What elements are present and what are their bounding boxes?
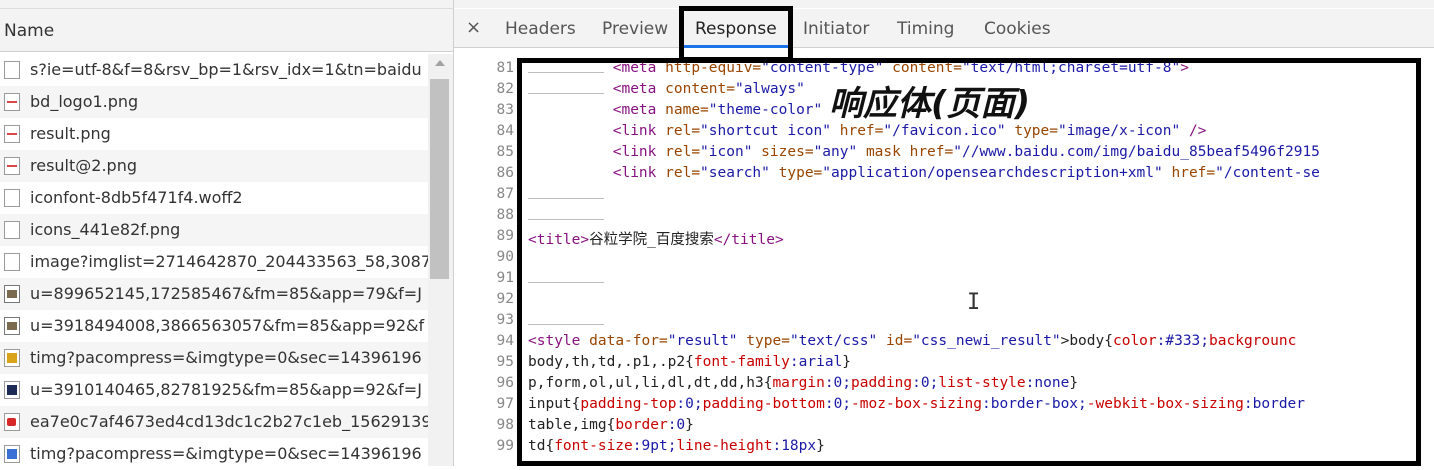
request-name: timg?pacompress=&imgtype=0&sec=14396196 (30, 348, 422, 367)
name-column-header[interactable]: Name (0, 9, 453, 52)
line-number: 93 (496, 312, 514, 328)
image-thumb-icon (4, 381, 20, 399)
request-row[interactable]: u=3918494008,3866563057&fm=85&app=92&f (0, 310, 428, 342)
line-number: 87 (496, 186, 514, 202)
tab-headers[interactable]: Headers (505, 19, 576, 39)
line-number: 99 (496, 438, 514, 454)
document-icon (4, 61, 20, 79)
detail-tabbar: × Headers Preview Response Initiator Tim… (454, 9, 1434, 48)
line-number: 90 (496, 249, 514, 265)
line-number: 81 (496, 60, 514, 76)
line-number: 95 (496, 354, 514, 370)
line-number: 94 (496, 333, 514, 349)
scroll-up-arrow-icon[interactable] (435, 60, 445, 66)
request-name: ea7e0c7af4673ed4cd13dc1c2b27c1eb_1562913… (30, 412, 428, 431)
image-file-icon (4, 93, 20, 111)
tab-timing[interactable]: Timing (897, 19, 954, 39)
request-name: result@2.png (30, 156, 137, 175)
request-row[interactable]: u=899652145,172585467&fm=85&app=79&f=J (0, 278, 428, 310)
tab-cookies[interactable]: Cookies (984, 19, 1051, 39)
image-thumb-icon (4, 349, 20, 367)
request-row[interactable]: result@2.png (0, 150, 428, 182)
request-row[interactable]: icons_441e82f.png (0, 214, 428, 246)
line-number: 83 (496, 102, 514, 118)
request-row[interactable]: s?ie=utf-8&f=8&rsv_bp=1&rsv_idx=1&tn=bai… (0, 54, 428, 86)
image-file-icon (4, 157, 20, 175)
request-name: timg?pacompress=&imgtype=0&sec=14396196 (30, 444, 422, 463)
request-name: iconfont-8db5f471f4.woff2 (30, 188, 243, 207)
line-number: 82 (496, 81, 514, 97)
line-number: 96 (496, 375, 514, 391)
file-icon (4, 221, 20, 239)
request-name: u=3918494008,3866563057&fm=85&app=92&f (30, 316, 425, 335)
network-request-panel: Name s?ie=utf-8&f=8&rsv_bp=1&rsv_idx=1&t… (0, 0, 454, 466)
request-row[interactable]: timg?pacompress=&imgtype=0&sec=14396196 (0, 342, 428, 374)
request-row[interactable]: iconfont-8db5f471f4.woff2 (0, 182, 428, 214)
text-cursor-icon: I (967, 290, 981, 315)
request-row[interactable]: bd_logo1.png (0, 86, 428, 118)
request-name: icons_441e82f.png (30, 220, 181, 239)
request-name: s?ie=utf-8&f=8&rsv_bp=1&rsv_idx=1&tn=bai… (30, 60, 422, 79)
request-name: u=3910140465,82781925&fm=85&app=92&f=J (30, 380, 422, 399)
image-thumb-icon (4, 317, 20, 335)
document-icon (4, 253, 20, 271)
request-row[interactable]: result.png (0, 118, 428, 150)
image-thumb-icon (4, 445, 20, 463)
request-row[interactable]: u=3910140465,82781925&fm=85&app=92&f=J (0, 374, 428, 406)
request-name: bd_logo1.png (30, 92, 139, 111)
request-list: s?ie=utf-8&f=8&rsv_bp=1&rsv_idx=1&tn=bai… (0, 54, 428, 470)
image-thumb-icon (4, 413, 20, 431)
request-list-scrollbar[interactable] (428, 54, 453, 466)
request-row[interactable]: image?imglist=2714642870_204433563_58,30… (0, 246, 428, 278)
toolbar-strip (454, 0, 1434, 8)
request-row[interactable]: ea7e0c7af4673ed4cd13dc1c2b27c1eb_1562913… (0, 406, 428, 438)
request-detail-panel: × Headers Preview Response Initiator Tim… (454, 0, 1434, 466)
scrollbar-thumb[interactable] (430, 79, 449, 279)
line-number: 91 (496, 270, 514, 286)
request-name: image?imglist=2714642870_204433563_58,30… (30, 252, 428, 271)
line-number: 86 (496, 165, 514, 181)
image-file-icon (4, 125, 20, 143)
line-number: 84 (496, 123, 514, 139)
image-thumb-icon (4, 285, 20, 303)
line-number: 85 (496, 144, 514, 160)
line-number: 97 (496, 396, 514, 412)
line-number: 88 (496, 207, 514, 223)
line-number: 98 (496, 417, 514, 433)
line-number: 89 (496, 228, 514, 244)
line-number: 92 (496, 291, 514, 307)
tab-preview[interactable]: Preview (602, 19, 668, 39)
tab-initiator[interactable]: Initiator (803, 19, 869, 39)
response-body-annotation: 响应体(页面) (829, 84, 1031, 124)
close-icon[interactable]: × (466, 17, 481, 38)
name-column-label: Name (4, 21, 55, 41)
request-row[interactable]: timg?pacompress=&imgtype=0&sec=14396196 (0, 438, 428, 470)
request-name: result.png (30, 124, 111, 143)
toolbar-strip (0, 0, 453, 9)
file-icon (4, 189, 20, 207)
response-source-view[interactable]: 81 <meta http-equiv="content-type" conte… (454, 48, 1434, 466)
request-name: u=899652145,172585467&fm=85&app=79&f=J (30, 284, 422, 303)
